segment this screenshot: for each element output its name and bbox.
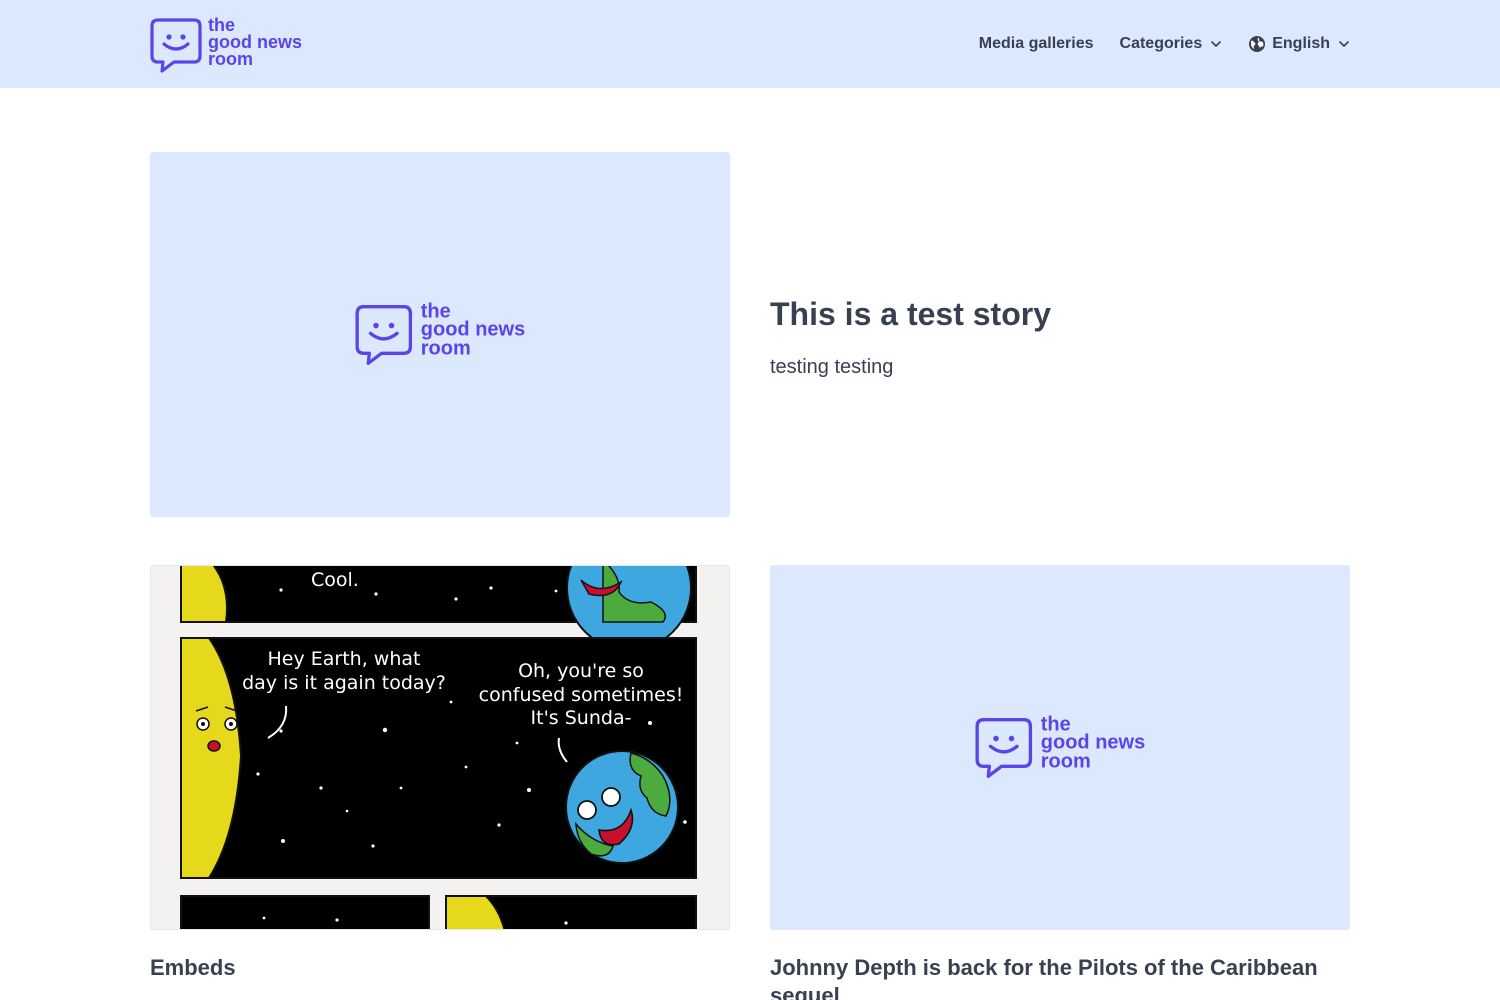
earth-speech-line-2: confused sometimes! [479, 684, 684, 706]
nav-categories-label: Categories [1119, 35, 1203, 52]
globe-icon [1249, 36, 1266, 52]
story-card-title-embeds[interactable]: Embeds [150, 954, 730, 982]
smiley-chat-icon [975, 717, 1033, 778]
comic-top-caption: Cool. [311, 569, 359, 591]
nav-media-galleries[interactable]: Media galleries [979, 35, 1094, 53]
logo-line-3: room [1040, 750, 1091, 773]
featured-story-image[interactable]: the good news room [150, 152, 730, 517]
featured-story-subtitle: testing testing [770, 356, 894, 378]
nav-language-label: English [1272, 35, 1330, 52]
placeholder-logo: the good news room [355, 300, 526, 365]
logo-wordmark: the good news room [1040, 713, 1146, 773]
logo-line-2: good news [420, 318, 526, 341]
chevron-down-icon [1339, 41, 1349, 47]
chevron-down-icon [1211, 41, 1222, 47]
moon-speech-line-2: day is it again today? [242, 672, 446, 694]
site-logo[interactable]: the good news room [150, 16, 302, 73]
story-card-image-comic[interactable]: Cool. Hey Earth, what day is it again to… [150, 565, 730, 930]
logo-line-3: room [420, 337, 471, 360]
story-card-title-johnny-depth[interactable]: Johnny Depth is back for the Pilots of t… [770, 954, 1350, 1000]
placeholder-logo: the good news room [975, 713, 1146, 778]
smiley-chat-icon [355, 304, 413, 365]
story-card-image-placeholder[interactable]: the good news room [770, 565, 1350, 930]
site-header: the good news room Media galleries Categ… [0, 0, 1500, 88]
earth-speech-line-3: It's Sunda- [531, 707, 632, 729]
logo-line-3: room [208, 48, 253, 69]
featured-story-title[interactable]: This is a test story [770, 296, 1051, 333]
logo-line-2: good news [1040, 731, 1146, 754]
comic-illustration: Cool. Hey Earth, what day is it again to… [180, 566, 697, 929]
smiley-chat-icon [150, 18, 202, 73]
logo-wordmark: the good news room [420, 300, 526, 360]
moon-speech-line-1: Hey Earth, what [268, 648, 421, 670]
nav-language-dropdown[interactable]: English [1248, 35, 1350, 53]
main-nav: Media galleries Categories English [979, 33, 1350, 55]
nav-categories-dropdown[interactable]: Categories [1120, 35, 1223, 53]
logo-wordmark: the good news room [208, 16, 302, 69]
nav-media-galleries-label: Media galleries [978, 35, 1094, 52]
logo-line-1: the [1040, 713, 1071, 735]
earth-speech-line-1: Oh, you're so [518, 660, 644, 682]
logo-line-1: the [420, 300, 451, 322]
